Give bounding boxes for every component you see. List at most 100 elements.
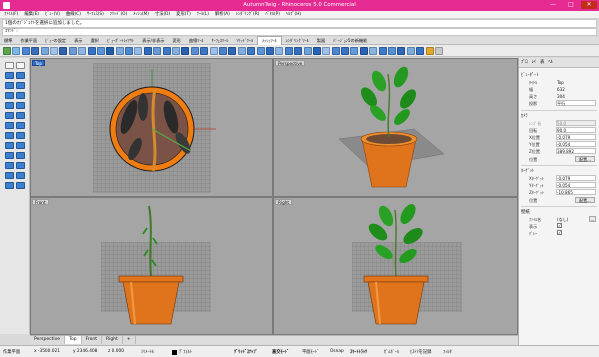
extend-icon[interactable]	[125, 46, 134, 55]
add-viewport-tab-button[interactable]: +	[123, 336, 136, 344]
sweep-icon[interactable]	[275, 46, 284, 55]
tab-layers[interactable]: ﾚｲ	[530, 58, 538, 68]
tab-top[interactable]: Top	[65, 336, 82, 344]
trim-icon[interactable]	[134, 46, 143, 55]
ellipse-icon[interactable]	[68, 46, 77, 55]
offset-icon[interactable]	[96, 46, 105, 55]
polyline-tool-icon[interactable]	[5, 82, 14, 89]
tab-display-panel[interactable]: 表	[538, 58, 546, 68]
box-tool-icon[interactable]	[16, 132, 25, 139]
tab-select[interactable]: 選択	[87, 37, 103, 45]
tab-help[interactable]: ﾍﾙ	[546, 58, 554, 68]
render-icon[interactable]	[425, 46, 434, 55]
move-icon[interactable]	[181, 46, 190, 55]
check-mesh-icon[interactable]	[397, 46, 406, 55]
trim-tool-icon[interactable]	[5, 152, 14, 159]
viewport-perspective[interactable]: Perspective	[273, 58, 518, 197]
menu-solid[interactable]: ｿﾘｯﾄﾞ(O)	[110, 11, 127, 19]
viewport-label-right[interactable]: Right	[275, 199, 293, 205]
solid-tool-icon[interactable]	[5, 132, 14, 139]
copy-icon[interactable]	[190, 46, 199, 55]
analyze-icon[interactable]	[416, 46, 425, 55]
freeform-icon[interactable]	[87, 46, 96, 55]
arc-tool-icon[interactable]	[16, 92, 25, 99]
show-checkbox[interactable]: ✓	[557, 223, 562, 228]
title-value[interactable]: Top	[557, 80, 564, 85]
tab-drafting[interactable]: 製図	[313, 37, 329, 45]
weld-icon[interactable]	[369, 46, 378, 55]
split-icon[interactable]	[143, 46, 152, 55]
menu-edit[interactable]: 編集(E)	[24, 11, 39, 19]
tab-mesh-tools[interactable]: ﾒｯｼｭﾂｰﾙ	[257, 36, 282, 45]
close-button[interactable]: ✕	[581, 1, 597, 9]
mesh-sphere-icon[interactable]	[350, 46, 359, 55]
fillet-tool-icon[interactable]	[16, 142, 25, 149]
dimension-tool-icon[interactable]	[16, 182, 25, 189]
join-icon[interactable]	[153, 46, 162, 55]
surface-icon[interactable]	[237, 46, 246, 55]
status-ortho[interactable]: 直交ﾓｰﾄﾞ	[272, 349, 289, 355]
menu-tools[interactable]: ﾂｰﾙ(L)	[197, 11, 209, 19]
point-tool-icon[interactable]	[5, 72, 14, 79]
status-planar[interactable]: 平面ﾓｰﾄﾞ	[302, 349, 319, 355]
status-record-history[interactable]: ﾋｽﾄﾘを記録	[410, 349, 431, 355]
unweld-icon[interactable]	[378, 46, 387, 55]
line-tool-icon[interactable]	[16, 72, 25, 79]
group-icon[interactable]	[172, 46, 181, 55]
menu-surface[interactable]: ｻｰﾌｪｽ(S)	[87, 11, 104, 19]
menu-render[interactable]: ﾚﾝﾀﾞﾘﾝｸﾞ(R)	[236, 11, 260, 19]
tab-transform[interactable]: 変形	[168, 37, 184, 45]
mesh-tool-icon[interactable]	[5, 142, 14, 149]
target-place-button[interactable]: 配置...	[575, 197, 595, 203]
mesh-icon[interactable]	[331, 46, 340, 55]
command-prompt[interactable]: ｺﾏﾝﾄﾞ:	[2, 28, 597, 36]
status-filter[interactable]: ﾌｨﾙﾀ	[443, 349, 452, 355]
extrude-icon[interactable]	[247, 46, 256, 55]
tab-curve-tools[interactable]: 曲線ﾂｰﾙ	[185, 37, 208, 45]
tab-front[interactable]: Front	[82, 336, 103, 344]
viewport-top[interactable]: Top	[30, 58, 273, 197]
status-grid-snap[interactable]: ｸﾞﾘｯﾄﾞｽﾅｯﾌﾟ	[234, 349, 258, 355]
chamfer-icon[interactable]	[115, 46, 124, 55]
viewport-label-top[interactable]: Top	[32, 60, 46, 66]
ellipse-tool-icon[interactable]	[5, 102, 14, 109]
arc-icon[interactable]	[49, 46, 58, 55]
tab-new-in-v5[interactable]: ﾊﾞｰｼﾞｮﾝ5の新機能	[329, 37, 371, 45]
status-layer[interactable]: ﾃﾞﾌｫﾙﾄ	[179, 349, 192, 355]
extrude-tool-icon[interactable]	[16, 122, 25, 129]
scale-tool-icon[interactable]	[5, 172, 14, 179]
polygon-icon[interactable]	[78, 46, 87, 55]
viewport-front[interactable]: Front	[30, 197, 273, 335]
gray-checkbox[interactable]: ✓	[557, 230, 562, 235]
polygon-tool-icon[interactable]	[5, 112, 14, 119]
smooth-icon[interactable]	[388, 46, 397, 55]
scale-icon[interactable]	[209, 46, 218, 55]
tab-display[interactable]: 表示	[70, 37, 86, 45]
tab-standard[interactable]: 標準	[0, 37, 16, 45]
tab-solid-tools[interactable]: ｿﾘｯﾄﾞﾂｰﾙ	[232, 37, 257, 45]
menu-file[interactable]: ﾌｧｲﾙ(F)	[4, 11, 18, 19]
maximize-button[interactable]: □	[563, 1, 579, 9]
revolve-icon[interactable]	[265, 46, 274, 55]
rotate-icon[interactable]	[200, 46, 209, 55]
rotate-tool-icon[interactable]	[16, 162, 25, 169]
curve-icon[interactable]	[31, 46, 40, 55]
menu-transform[interactable]: 変形(T)	[176, 11, 191, 19]
menu-help[interactable]: ﾍﾙﾌﾟ(H)	[286, 11, 301, 19]
sphere-icon[interactable]	[294, 46, 303, 55]
browse-file-button[interactable]: …	[589, 216, 596, 222]
tab-cplanes[interactable]: 作業平面	[16, 37, 41, 45]
menu-analyze[interactable]: 解析(A)	[215, 11, 230, 19]
split-tool-icon[interactable]	[16, 152, 25, 159]
status-cplane[interactable]: 作業平面	[3, 349, 20, 355]
tab-render-tools[interactable]: ﾚﾝﾀﾞﾘﾝｸﾞﾂｰﾙ	[282, 37, 313, 45]
select-arrow-icon[interactable]	[5, 62, 14, 69]
tab-viewport-layout[interactable]: ﾋﾞｭｰﾎﾟｰﾄﾚｲｱｳﾄ	[103, 37, 138, 45]
menu-view[interactable]: ﾋﾞｭｰ(V)	[45, 11, 60, 19]
menu-curve[interactable]: 曲線(C)	[66, 11, 81, 19]
check-icon[interactable]	[3, 46, 11, 55]
polyline-icon[interactable]	[21, 46, 30, 55]
status-smarttrack[interactable]: ｽﾏｰﾄﾄﾗｯｸ	[350, 349, 367, 355]
boolean-union-icon[interactable]	[312, 46, 321, 55]
circle-icon[interactable]	[40, 46, 49, 55]
